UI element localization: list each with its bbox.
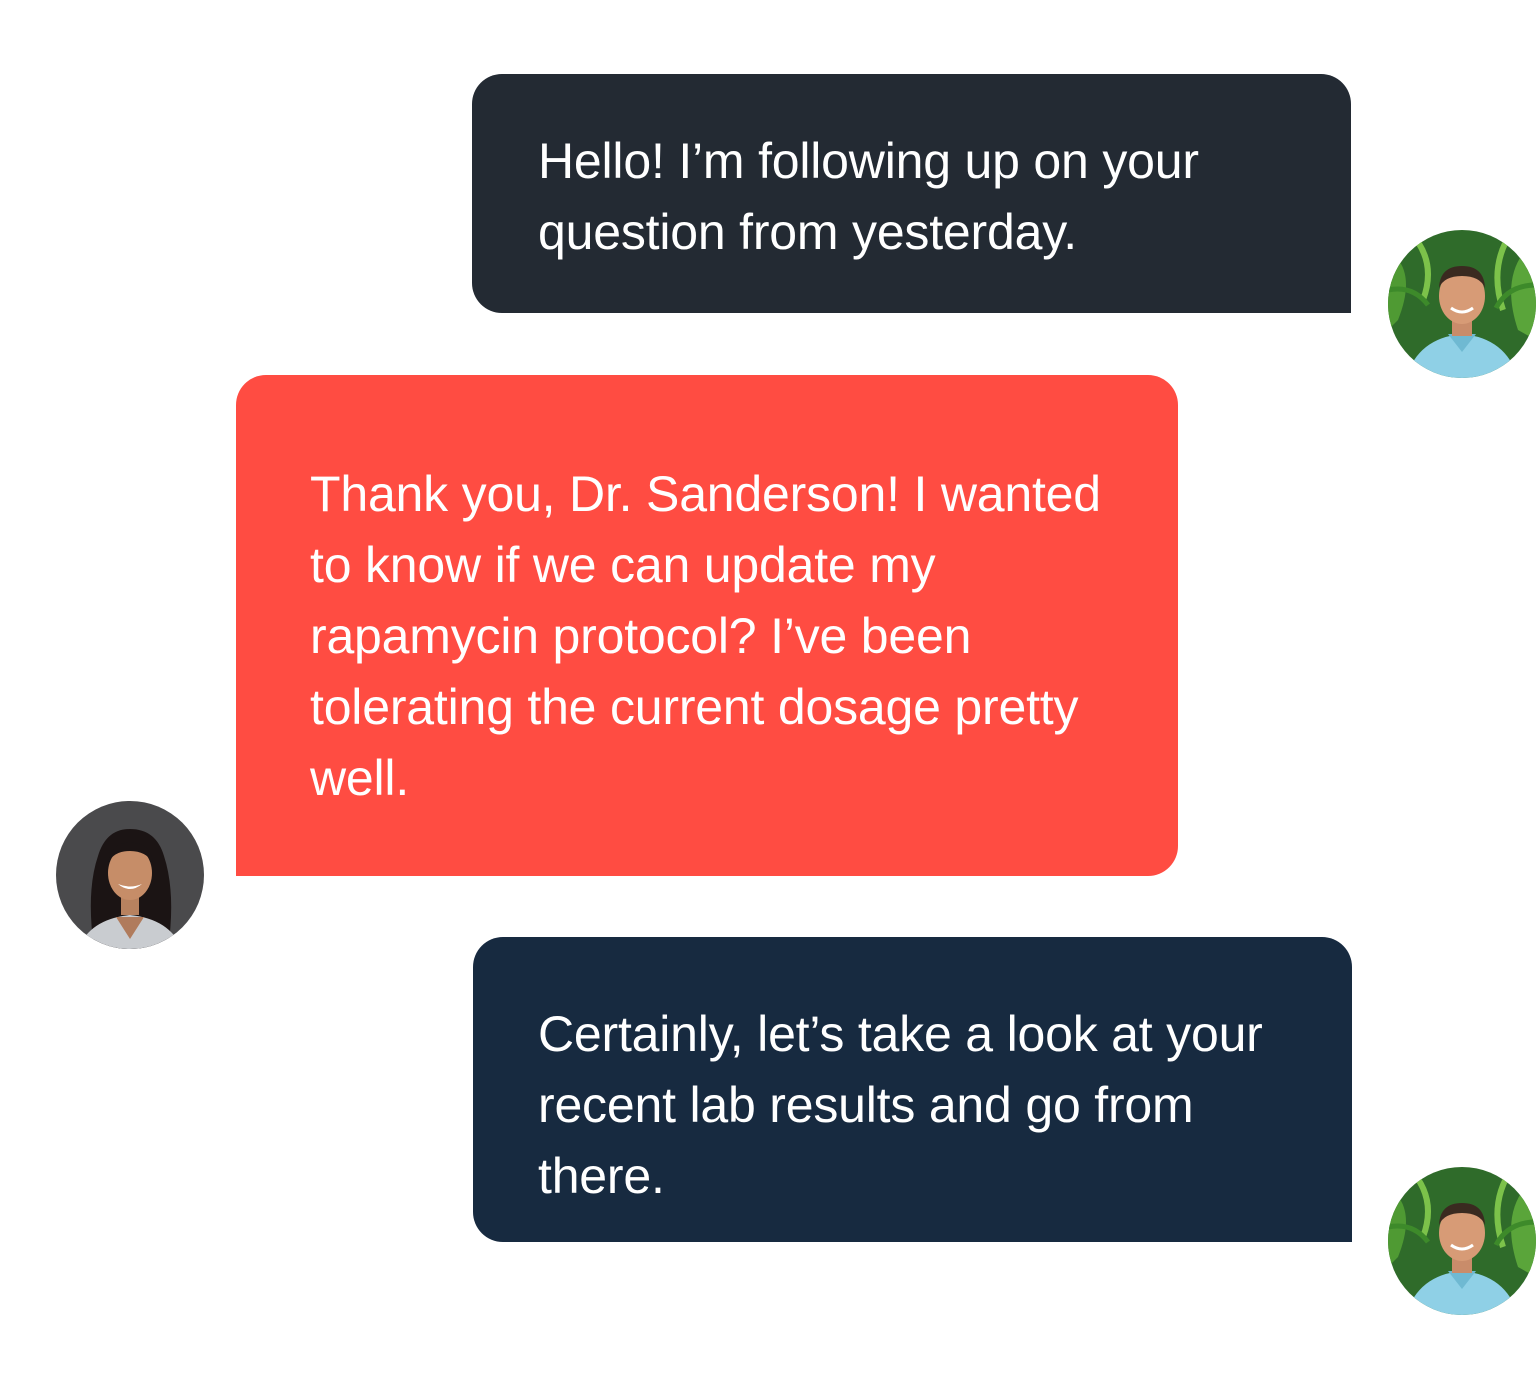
message-bubble-doctor: Hello! I’m following up on your question… — [472, 74, 1351, 313]
message-text: Hello! I’m following up on your question… — [538, 133, 1199, 260]
message-text: Thank you, Dr. Sanderson! I wanted to kn… — [310, 466, 1101, 806]
message-bubble-doctor: Certainly, let’s take a look at your rec… — [473, 937, 1352, 1242]
patient-avatar — [56, 801, 204, 949]
doctor-photo — [1388, 230, 1536, 378]
patient-photo — [56, 801, 204, 949]
doctor-avatar — [1388, 1167, 1536, 1315]
message-bubble-patient: Thank you, Dr. Sanderson! I wanted to kn… — [236, 375, 1178, 876]
doctor-avatar — [1388, 230, 1536, 378]
message-text: Certainly, let’s take a look at your rec… — [538, 1006, 1263, 1204]
doctor-photo — [1388, 1167, 1536, 1315]
